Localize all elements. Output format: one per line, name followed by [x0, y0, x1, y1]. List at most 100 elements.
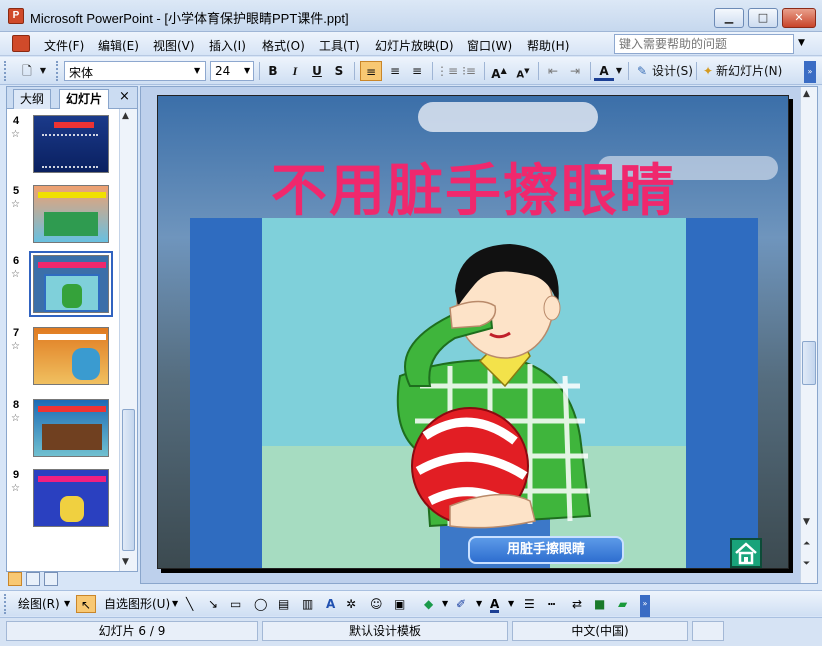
- bullet-list-icon[interactable]: ⁝≡: [458, 61, 480, 81]
- minimize-button[interactable]: ▁: [714, 8, 744, 28]
- menu-edit[interactable]: 编辑(E): [98, 37, 139, 54]
- arrow-icon[interactable]: ↘: [208, 595, 218, 613]
- diagram-icon[interactable]: ✲: [346, 595, 356, 613]
- scroll-up-icon[interactable]: ▲: [122, 111, 129, 121]
- wordart-icon[interactable]: A: [326, 595, 335, 613]
- slide-thumbnail-9[interactable]: 9 ☆: [11, 469, 115, 533]
- dash-style-icon[interactable]: ┅: [548, 595, 555, 613]
- toolbar-options-icon[interactable]: »: [804, 61, 816, 83]
- toolbar-separator: [590, 62, 591, 80]
- chevron-down-icon[interactable]: ▼: [798, 38, 805, 48]
- menu-slideshow[interactable]: 幻灯片放映(D): [375, 37, 454, 54]
- increase-indent-icon[interactable]: ⇥: [564, 61, 586, 81]
- chevron-down-icon[interactable]: ▼: [244, 66, 250, 75]
- oval-icon[interactable]: ◯: [254, 595, 267, 613]
- 3d-style-icon[interactable]: ▰: [618, 595, 627, 613]
- slide-scrollbar[interactable]: ▲ ▼ ⏶ ⏷: [800, 87, 817, 583]
- decrease-font-icon[interactable]: A▼: [512, 61, 534, 81]
- close-icon: ✕: [794, 11, 804, 24]
- bold-button[interactable]: B: [264, 61, 282, 81]
- design-button[interactable]: 设计(S): [652, 61, 694, 81]
- picture-icon[interactable]: ▣: [394, 595, 405, 613]
- slide-sorter-icon[interactable]: [26, 572, 40, 586]
- font-color-icon[interactable]: A: [594, 61, 614, 81]
- clipart-icon[interactable]: ☺: [370, 595, 383, 613]
- tab-slides[interactable]: 幻灯片: [59, 89, 110, 109]
- chevron-down-icon[interactable]: ▼: [442, 595, 448, 613]
- rectangle-icon[interactable]: ▭: [230, 595, 241, 613]
- align-center-icon[interactable]: ≡: [384, 61, 406, 81]
- italic-button[interactable]: I: [286, 61, 304, 81]
- slide-title[interactable]: 不用脏手擦眼睛: [158, 146, 788, 227]
- menu-tools[interactable]: 工具(T): [319, 37, 360, 54]
- toolbar-grip[interactable]: [56, 61, 59, 81]
- line-icon[interactable]: ╲: [186, 595, 193, 613]
- font-name-select[interactable]: 宋体: [64, 61, 206, 81]
- numbered-list-icon[interactable]: ⋮≡: [436, 61, 458, 81]
- illustration[interactable]: 用脏手擦眼睛: [262, 218, 686, 568]
- fill-color-icon[interactable]: ◆: [424, 595, 433, 613]
- normal-view-icon[interactable]: [8, 572, 22, 586]
- scroll-down-icon[interactable]: ▼: [122, 557, 129, 567]
- slide-thumbnail-6[interactable]: 6 ☆: [11, 251, 115, 319]
- underline-button[interactable]: U: [308, 61, 326, 81]
- toolbar-options-icon[interactable]: »: [640, 595, 650, 617]
- line-color-icon[interactable]: ✐: [456, 595, 466, 613]
- select-pointer-icon[interactable]: ↖: [76, 595, 96, 613]
- maximize-button[interactable]: □: [748, 8, 778, 28]
- slide-thumbnail-8[interactable]: 8 ☆: [11, 399, 115, 463]
- scrollbar-thumb[interactable]: [802, 341, 816, 385]
- menu-window[interactable]: 窗口(W): [467, 37, 512, 54]
- scroll-down-icon[interactable]: ▼: [803, 517, 810, 527]
- toolbar-grip[interactable]: [4, 61, 7, 81]
- menu-view[interactable]: 视图(V): [153, 37, 195, 54]
- menu-file[interactable]: 文件(F): [44, 37, 84, 54]
- close-icon[interactable]: ×: [119, 89, 130, 104]
- slide-thumbnail-5[interactable]: 5 ☆: [11, 185, 115, 249]
- caption-button[interactable]: 用脏手擦眼睛: [468, 536, 624, 564]
- toolbar-grip[interactable]: [4, 594, 7, 614]
- thumbnail-title-bar: [38, 406, 106, 412]
- new-slide-button[interactable]: 新幻灯片(N): [716, 61, 788, 81]
- chevron-down-icon[interactable]: ▼: [476, 595, 482, 613]
- chevron-down-icon[interactable]: ▼: [38, 61, 48, 81]
- slideshow-icon[interactable]: [44, 572, 58, 586]
- vertical-textbox-icon[interactable]: ▥: [302, 595, 313, 613]
- draw-menu-button[interactable]: 绘图(R): [18, 595, 60, 613]
- tab-outline[interactable]: 大纲: [13, 89, 52, 109]
- menu-format[interactable]: 格式(O): [262, 37, 305, 54]
- next-slide-icon[interactable]: ⏷: [803, 559, 810, 569]
- autoshapes-button[interactable]: 自选图形(U): [104, 595, 170, 613]
- chevron-down-icon[interactable]: ▼: [614, 61, 624, 81]
- align-right-icon[interactable]: ≡: [406, 61, 428, 81]
- chevron-down-icon[interactable]: ▼: [64, 595, 70, 613]
- increase-font-icon[interactable]: A▲: [488, 61, 510, 81]
- help-search-input[interactable]: [614, 34, 794, 54]
- line-style-icon[interactable]: ☰: [524, 595, 535, 613]
- thumbnail-scrollbar[interactable]: ▲ ▼: [119, 109, 137, 571]
- arrow-style-icon[interactable]: ⇄: [572, 595, 582, 613]
- scrollbar-thumb[interactable]: [122, 409, 135, 551]
- home-button[interactable]: [730, 538, 762, 568]
- powerpoint-icon[interactable]: P: [8, 8, 24, 24]
- animation-star-icon: ☆: [11, 129, 20, 140]
- decrease-indent-icon[interactable]: ⇤: [542, 61, 564, 81]
- close-button[interactable]: ✕: [782, 8, 816, 28]
- chevron-down-icon[interactable]: ▼: [508, 595, 514, 613]
- shadow-button[interactable]: S: [330, 61, 348, 81]
- menu-insert[interactable]: 插入(I): [209, 37, 246, 54]
- slide-thumbnail-7[interactable]: 7 ☆: [11, 327, 115, 391]
- chevron-down-icon[interactable]: ▼: [172, 595, 178, 613]
- font-color-icon[interactable]: A: [490, 595, 500, 613]
- shadow-style-icon[interactable]: ■: [594, 595, 605, 613]
- slide-thumbnail-4[interactable]: 4 ☆: [11, 115, 115, 179]
- align-left-icon[interactable]: ≡: [360, 61, 382, 81]
- new-document-icon[interactable]: 🗋: [16, 61, 38, 81]
- current-slide[interactable]: 不用脏手擦眼睛 用脏手擦眼睛: [157, 95, 789, 569]
- menu-help[interactable]: 帮助(H): [527, 37, 569, 54]
- document-icon[interactable]: [12, 35, 30, 52]
- previous-slide-icon[interactable]: ⏶: [803, 539, 810, 549]
- textbox-icon[interactable]: ▤: [278, 595, 289, 613]
- chevron-down-icon[interactable]: ▼: [194, 66, 200, 75]
- scroll-up-icon[interactable]: ▲: [803, 89, 810, 99]
